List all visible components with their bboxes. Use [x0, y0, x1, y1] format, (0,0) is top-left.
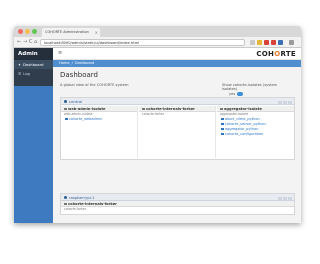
minimize-window-button[interactable]	[25, 29, 30, 34]
extension-icon[interactable]	[271, 40, 276, 45]
sidebar-item-log[interactable]: ☰ Log	[14, 69, 53, 78]
extension-icon[interactable]	[278, 40, 283, 45]
component-link[interactable]: cohorte_configuration	[217, 132, 294, 137]
breadcrumb-home[interactable]: Home	[59, 61, 70, 65]
browser-window: COHORTE Administration × ← → C ⌂ localho…	[14, 26, 301, 223]
isolate-icon	[64, 107, 67, 110]
main-content: Dashboard A global view of the COHORTE s…	[53, 67, 301, 223]
collapse-icon[interactable]	[278, 100, 282, 105]
close-icon[interactable]	[288, 100, 292, 105]
node-icon	[64, 196, 67, 199]
dashboard-icon: ✦	[18, 63, 21, 67]
extension-icon[interactable]	[257, 40, 262, 45]
component-link[interactable]: cohorte_webadmin	[61, 117, 137, 122]
toggle-switch-icon[interactable]	[237, 92, 244, 96]
back-icon[interactable]: ←	[17, 38, 21, 47]
node-name: raspberrypi-1	[69, 195, 95, 200]
sidebar: Admin ✦ Dashboard ☰ Log	[14, 48, 53, 223]
isolate-card: aggregator-isolate aggregator-isolate ab…	[217, 106, 294, 158]
component-icon	[221, 132, 224, 135]
sidebar-item-label: Log	[23, 71, 30, 76]
close-icon[interactable]	[288, 196, 292, 201]
tab-strip: COHORTE Administration ×	[14, 26, 301, 37]
address-bar[interactable]: localhost:8000/admin/static/ui/dashboard…	[40, 39, 245, 46]
settings-icon[interactable]	[283, 100, 287, 105]
browser-menu-icon[interactable]	[289, 40, 294, 45]
panel-tools	[277, 196, 292, 203]
close-window-button[interactable]	[18, 29, 23, 34]
collapse-icon[interactable]	[278, 196, 282, 201]
node-panel-raspberrypi: raspberrypi-1 cohorte-internals-forker c…	[60, 193, 295, 215]
node-panel-central: central web-admin-isolate web-admin-isol…	[60, 97, 295, 160]
breadcrumb-dashboard: Dashboard	[74, 61, 95, 65]
forward-icon[interactable]: →	[23, 38, 27, 47]
settings-icon[interactable]	[283, 196, 287, 201]
shield-icon[interactable]	[250, 40, 255, 45]
top-bar: ≡ COHORTE	[53, 48, 301, 60]
tab-close-icon[interactable]: ×	[95, 28, 98, 37]
extension-icon[interactable]	[264, 40, 269, 45]
browser-tab[interactable]: COHORTE Administration ×	[42, 28, 100, 37]
browser-tab-title: COHORTE Administration	[45, 30, 89, 34]
sidebar-item-dashboard[interactable]: ✦ Dashboard	[14, 60, 53, 69]
isolate-icon	[220, 107, 223, 110]
breadcrumb-separator: /	[71, 61, 73, 65]
isolate-icon	[64, 202, 67, 205]
sidebar-item-label: Dashboard	[22, 62, 44, 67]
node-icon	[64, 100, 67, 103]
node-panel-header[interactable]: raspberrypi-1	[61, 194, 294, 201]
menu-toggle-icon[interactable]: ≡	[58, 50, 62, 56]
isolate-card: web-admin-isolate web-admin-isolate coho…	[61, 106, 138, 158]
isolate-card: cohorte-internals-forker cohorte-forker	[139, 106, 216, 158]
node-name: central	[69, 99, 83, 104]
reload-icon[interactable]: C	[29, 38, 33, 47]
toggle-label: yes	[229, 92, 236, 96]
component-icon	[221, 127, 224, 130]
component-icon	[221, 122, 224, 125]
isolate-kind: cohorte-forker	[64, 207, 87, 211]
page-title: Dashboard	[60, 71, 98, 79]
page-subtitle: A global view of the COHORTE system	[60, 83, 129, 87]
breadcrumb: Home / Dashboard	[53, 60, 301, 67]
cohorte-logo: COHORTE	[256, 50, 296, 58]
home-icon[interactable]: ⌂	[34, 38, 37, 47]
browser-toolbar: ← → C ⌂ localhost:8000/admin/static/ui/d…	[14, 37, 301, 48]
isolate-icon	[142, 107, 145, 110]
component-icon	[65, 117, 68, 120]
isolate-kind: cohorte-forker	[142, 112, 165, 116]
sidebar-brand[interactable]: Admin	[14, 48, 53, 60]
system-isolates-toggle[interactable]: yes	[229, 92, 244, 96]
log-icon: ☰	[18, 72, 22, 76]
node-panel-header[interactable]: central	[61, 98, 294, 105]
show-system-isolates-label: Show cohorte-isolates (system isolates)	[222, 83, 278, 92]
zoom-window-button[interactable]	[32, 29, 37, 34]
component-icon	[221, 117, 224, 120]
sidebar-fill	[14, 86, 53, 223]
